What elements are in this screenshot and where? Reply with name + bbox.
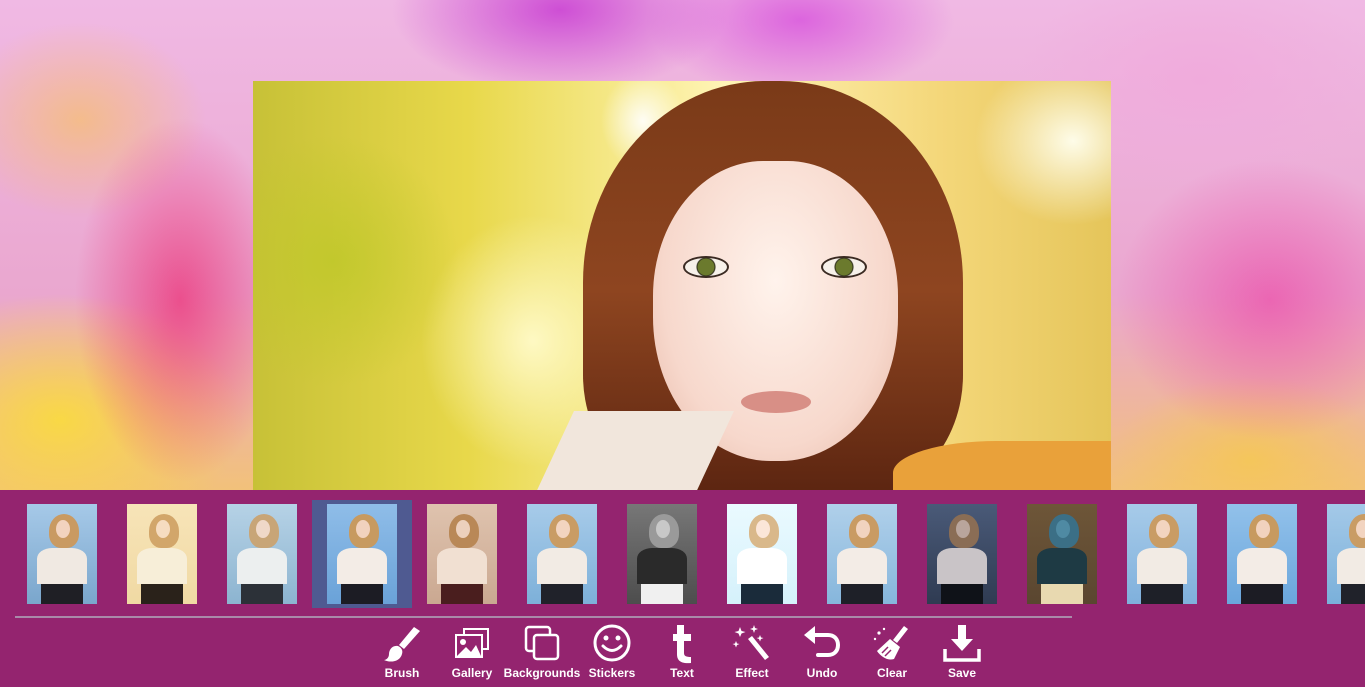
undo-icon	[804, 626, 841, 657]
gallery-icon	[455, 628, 489, 658]
filter-thumbnail[interactable]	[1012, 500, 1112, 608]
filter-preview-image	[1327, 504, 1365, 604]
broom-icon	[873, 626, 908, 660]
filter-preview-top	[1237, 548, 1287, 584]
photo-canvas[interactable]	[253, 81, 1111, 490]
filter-preview-top	[937, 548, 987, 584]
filter-preview-face	[1356, 520, 1365, 538]
filter-preview-top	[137, 548, 187, 584]
filter-preview-face	[756, 520, 770, 538]
filter-preview-face	[656, 520, 670, 538]
photo-eye-left	[683, 256, 729, 278]
filter-preview-face	[856, 520, 870, 538]
smiley-icon	[593, 624, 631, 662]
filter-preview-bottom	[941, 584, 983, 604]
filter-preview-bottom	[1141, 584, 1183, 604]
filter-thumbnail[interactable]	[612, 500, 712, 608]
filter-preview-top	[837, 548, 887, 584]
filter-thumbnail[interactable]	[312, 500, 412, 608]
text-t-icon	[673, 625, 691, 664]
filter-thumbnail[interactable]	[1212, 500, 1312, 608]
filter-preview-top	[1337, 548, 1365, 584]
filter-preview-top	[637, 548, 687, 584]
filter-preview-face	[1256, 520, 1270, 538]
backgrounds-icon	[524, 625, 560, 661]
filter-preview-bottom	[1041, 584, 1083, 604]
filter-preview-bottom	[141, 584, 183, 604]
filter-preview-top	[737, 548, 787, 584]
save-button[interactable]: Save	[927, 620, 997, 687]
filter-preview-face	[556, 520, 570, 538]
filter-preview-bottom	[541, 584, 583, 604]
filter-thumbnail[interactable]	[212, 500, 312, 608]
filter-preview-image	[627, 504, 697, 604]
filter-preview-image	[327, 504, 397, 604]
bottom-panel: Brush Gallery Backgrounds Stickers Text …	[0, 490, 1365, 687]
filter-thumbnail[interactable]	[1112, 500, 1212, 608]
filter-preview-image	[227, 504, 297, 604]
filter-preview-bottom	[441, 584, 483, 604]
filter-preview-face	[456, 520, 470, 538]
filter-preview-top	[1137, 548, 1187, 584]
filter-preview-image	[727, 504, 797, 604]
photo-lips	[741, 391, 811, 413]
filter-preview-bottom	[341, 584, 383, 604]
filter-thumbnail[interactable]	[112, 500, 212, 608]
filter-preview-top	[537, 548, 587, 584]
filter-thumbnail[interactable]	[712, 500, 812, 608]
filter-preview-face	[256, 520, 270, 538]
filter-preview-bottom	[841, 584, 883, 604]
filter-preview-bottom	[741, 584, 783, 604]
filter-preview-face	[356, 520, 370, 538]
filter-preview-bottom	[41, 584, 83, 604]
filter-thumbnail[interactable]	[1312, 500, 1365, 608]
filter-thumbnail[interactable]	[812, 500, 912, 608]
filter-preview-image	[1127, 504, 1197, 604]
save-label: Save	[947, 666, 977, 680]
filter-preview-top	[237, 548, 287, 584]
filter-thumbnail[interactable]	[512, 500, 612, 608]
filter-strip[interactable]	[0, 490, 1365, 615]
filter-preview-top	[337, 548, 387, 584]
filter-preview-image	[27, 504, 97, 604]
toolbar: Brush Gallery Backgrounds Stickers Text …	[0, 620, 1365, 687]
filter-thumbnail[interactable]	[412, 500, 512, 608]
filter-preview-top	[37, 548, 87, 584]
filter-preview-image	[1227, 504, 1297, 604]
divider	[15, 616, 1072, 618]
filter-preview-face	[56, 520, 70, 538]
filter-preview-image	[527, 504, 597, 604]
filter-preview-image	[1027, 504, 1097, 604]
filter-preview-top	[1037, 548, 1087, 584]
filter-preview-top	[437, 548, 487, 584]
filter-preview-image	[427, 504, 497, 604]
filter-preview-image	[827, 504, 897, 604]
magic-wand-icon	[732, 625, 769, 660]
filter-preview-bottom	[641, 584, 683, 604]
filter-thumbnail[interactable]	[12, 500, 112, 608]
filter-preview-image	[127, 504, 197, 604]
filter-preview-face	[956, 520, 970, 538]
filter-preview-bottom	[1341, 584, 1365, 604]
photo-eye-right	[821, 256, 867, 278]
filter-preview-bottom	[241, 584, 283, 604]
brush-icon	[384, 627, 420, 662]
filter-preview-face	[1056, 520, 1070, 538]
filter-preview-bottom	[1241, 584, 1283, 604]
filter-preview-face	[156, 520, 170, 538]
filter-preview-image	[927, 504, 997, 604]
filter-preview-face	[1156, 520, 1170, 538]
filter-thumbnail[interactable]	[912, 500, 1012, 608]
download-icon	[943, 625, 981, 662]
